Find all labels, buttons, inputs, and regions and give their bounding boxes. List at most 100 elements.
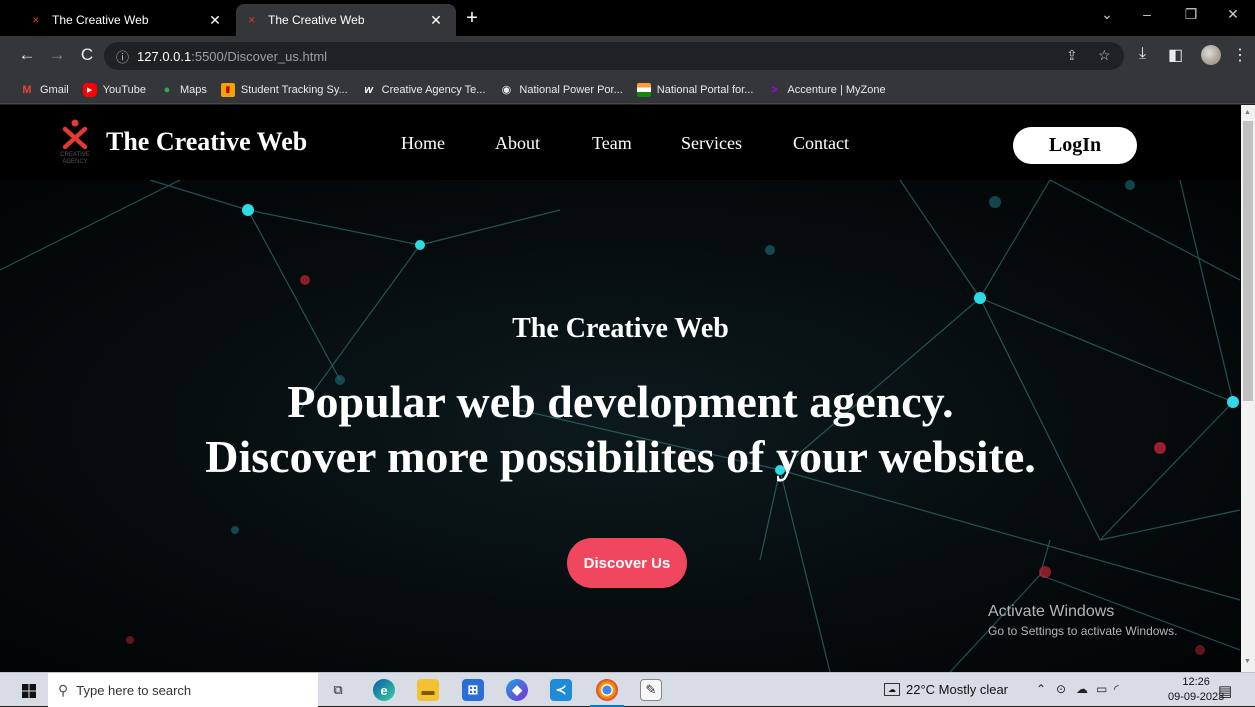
back-arrow-icon[interactable]: ← (16, 45, 38, 65)
windows-start-icon[interactable] (22, 684, 36, 698)
download-icon[interactable]: ⤓ (1139, 45, 1146, 63)
profile-avatar[interactable] (1201, 45, 1221, 65)
bookmark-label: Student Tracking Sy... (240, 83, 348, 96)
microsoft-store-icon[interactable]: ⊞ (462, 679, 484, 701)
scrollbar-thumb[interactable] (1243, 121, 1253, 401)
scroll-down-arrow-icon[interactable]: ▼ (1244, 658, 1251, 665)
weather-widget[interactable]: ☁ 22°C Mostly clear (884, 682, 1008, 697)
address-bar[interactable]: ⓘ 127.0.0.1:5500/Discover_us.html ⇪ ☆ (104, 42, 1124, 70)
bookmarks-bar: M Gmail ▶ YouTube ● Maps ▮ Student Tracking … (0, 76, 1255, 104)
chrome-icon[interactable] (590, 679, 624, 707)
browser-tab-active[interactable]: ✕ The Creative Web ✕ (236, 4, 456, 36)
web-page: CREATIVE AGENCY The Creative Web Home Ab… (0, 105, 1241, 672)
nav-contact[interactable]: Contact (793, 133, 849, 154)
nav-services[interactable]: Services (681, 133, 742, 154)
clock-date: 09-09-2023 (1168, 691, 1225, 703)
bookmark-maps[interactable]: ● Maps (160, 83, 207, 97)
show-hidden-icons-chevron-icon[interactable]: ⌃ (1036, 682, 1046, 696)
tab-strip: ✕ The Creative Web ✕ ✕ The Creative Web … (0, 0, 1255, 36)
forward-arrow-icon[interactable]: → (46, 45, 68, 65)
maps-icon: ● (163, 83, 171, 96)
activate-windows-watermark: Activate Windows Go to Settings to activ… (988, 603, 1177, 638)
login-button[interactable]: LogIn (1013, 127, 1137, 164)
bookmark-label: Creative Agency Te... (381, 83, 486, 96)
gmail-icon: M (22, 83, 32, 96)
bookmark-label: National Power Por... (519, 83, 623, 96)
windows-taskbar: ⚲ Type here to search ⧉ e ▬ ⊞ ◆ ≺ ✎ ☁ 22… (0, 672, 1255, 707)
new-tab-button[interactable]: + (460, 7, 484, 30)
bookmark-student-tracking[interactable]: ▮ Student Tracking Sy... (220, 82, 348, 97)
watermark-title: Activate Windows (988, 603, 1115, 620)
bookmark-youtube[interactable]: ▶ YouTube (82, 82, 146, 97)
site-favicon-icon: ✕ (32, 14, 40, 25)
site-brand[interactable]: The Creative Web (106, 127, 307, 157)
edge-browser-icon[interactable]: e (373, 679, 395, 701)
browser-tab[interactable]: ✕ The Creative Web ✕ (20, 4, 235, 36)
tab-search-icon[interactable]: ⌄ (1092, 6, 1122, 23)
youtube-icon: ▶ (82, 82, 97, 97)
page-scrollbar[interactable]: ▲ ▼ (1241, 105, 1255, 672)
reload-icon[interactable]: C (76, 45, 98, 65)
clock-time: 12:26 (1182, 676, 1210, 688)
hero-section: The Creative Web Popular web development… (0, 180, 1241, 672)
site-info-icon[interactable]: ⓘ (116, 47, 129, 66)
bookmark-star-icon[interactable]: ☆ (1098, 47, 1111, 64)
bookmark-label: Accenture | MyZone (787, 83, 886, 96)
watermark-subtitle: Go to Settings to activate Windows. (988, 624, 1178, 638)
copilot-app-icon[interactable]: ◆ (506, 679, 528, 701)
bookmark-label: Gmail (40, 83, 69, 96)
close-tab-icon[interactable]: ✕ (428, 12, 444, 29)
bookmark-national-portal[interactable]: National Portal for... (636, 82, 754, 97)
menu-kebab-icon[interactable]: ⋮ (1232, 45, 1248, 65)
scroll-up-arrow-icon[interactable]: ▲ (1244, 109, 1251, 116)
site-favicon-icon: ✕ (248, 14, 256, 25)
onedrive-icon[interactable]: ☁ (1076, 682, 1088, 696)
network-icon[interactable]: ◜ (1114, 682, 1119, 696)
india-flag-icon (636, 82, 651, 97)
side-panel-icon[interactable]: ◧ (1168, 45, 1183, 65)
nav-home[interactable]: Home (401, 133, 445, 154)
discover-us-button[interactable]: Discover Us (567, 538, 687, 588)
restore-button[interactable]: ❐ (1176, 6, 1206, 23)
tab-title: The Creative Web (268, 13, 365, 27)
battery-icon[interactable]: ▭ (1096, 682, 1107, 696)
creative-agency-icon: w (364, 83, 373, 96)
browser-toolbar: ← → C ⓘ 127.0.0.1:5500/Discover_us.html … (0, 36, 1255, 76)
notifications-icon[interactable]: ▤ (1218, 682, 1232, 700)
creative-agency-logo-icon: CREATIVE AGENCY (60, 119, 90, 165)
url-path: :5500/Discover_us.html (191, 48, 328, 64)
vscode-icon[interactable]: ≺ (550, 679, 572, 701)
search-icon: ⚲ (58, 681, 69, 698)
bookmark-gmail[interactable]: M Gmail (20, 83, 69, 97)
hero-subtitle: The Creative Web (512, 313, 729, 344)
globe-icon: ◉ (501, 84, 512, 96)
nav-team[interactable]: Team (592, 133, 632, 154)
bookmark-national-power[interactable]: ◉ National Power Por... (499, 83, 623, 97)
url-host: 127.0.0.1 (137, 48, 192, 64)
system-clock[interactable]: 12:26 09-09-2023 (1168, 675, 1224, 705)
nav-about[interactable]: About (495, 133, 540, 154)
svg-text:AGENCY: AGENCY (62, 159, 87, 165)
file-explorer-icon[interactable]: ▬ (417, 679, 439, 701)
svg-text:CREATIVE: CREATIVE (60, 152, 90, 158)
bookmark-creative-agency[interactable]: w Creative Agency Te... (362, 83, 486, 97)
meet-now-icon[interactable]: ⊙ (1056, 682, 1066, 696)
weather-text: 22°C Mostly clear (906, 682, 1009, 697)
task-view-icon[interactable]: ⧉ (327, 679, 349, 701)
bookmark-label: Maps (179, 83, 207, 96)
search-placeholder: Type here to search (76, 682, 192, 698)
weather-icon: ☁ (884, 683, 900, 696)
tab-title: The Creative Web (52, 13, 149, 27)
minimize-button[interactable]: – (1132, 6, 1162, 22)
close-window-button[interactable]: ✕ (1218, 6, 1248, 23)
bookmark-accenture[interactable]: > Accenture | MyZone (767, 83, 885, 97)
hero-headline-line-2: Discover more possibilites of your websi… (205, 431, 1036, 482)
bookmark-label: National Portal for... (656, 83, 754, 96)
hero-headline-line-1: Popular web development agency. (287, 376, 954, 427)
student-tracking-icon: ▮ (220, 82, 235, 97)
taskbar-search-input[interactable]: ⚲ Type here to search (48, 673, 318, 707)
share-icon[interactable]: ⇪ (1066, 47, 1078, 64)
notepad-app-icon[interactable]: ✎ (640, 679, 662, 701)
close-tab-icon[interactable]: ✕ (207, 12, 223, 29)
accenture-icon: > (771, 83, 778, 96)
